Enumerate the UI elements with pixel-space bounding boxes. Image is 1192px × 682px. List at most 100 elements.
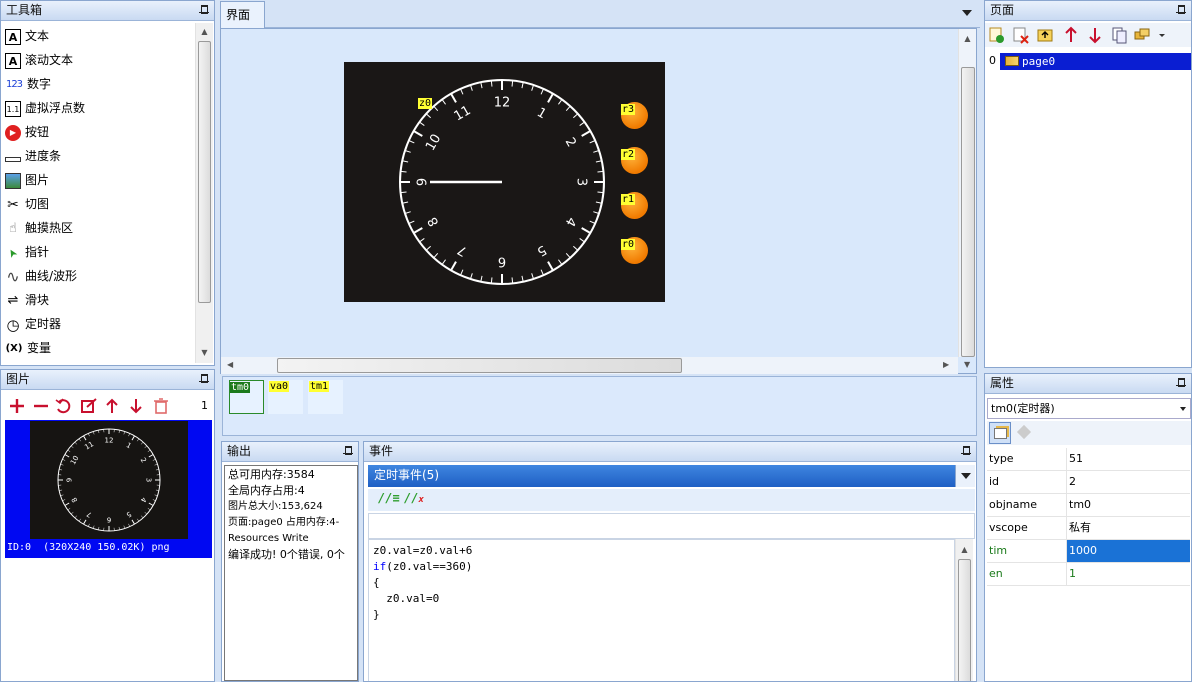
toolbox-item-wave[interactable]: ∿ 曲线/波形 xyxy=(5,264,77,288)
clock-tick xyxy=(154,494,158,496)
toolbox-item-slider[interactable]: ⇌ 滑块 xyxy=(5,288,49,312)
import-page-icon[interactable] xyxy=(1037,29,1053,42)
object-selector[interactable]: tm0(定时器) xyxy=(987,398,1191,419)
property-value[interactable]: 私有 xyxy=(1069,517,1091,539)
events-icon[interactable] xyxy=(1016,424,1032,440)
design-vscrollbar[interactable]: ▲ xyxy=(958,29,976,357)
replace-icon[interactable] xyxy=(55,398,71,414)
toolbox-item-hand[interactable]: ☝ 触摸热区 xyxy=(5,216,73,240)
output-line: 页面:page0 占用内存:4- xyxy=(228,517,340,528)
clock-tick xyxy=(558,259,563,265)
code-line: } xyxy=(373,607,380,623)
up-arrow-icon[interactable] xyxy=(106,398,118,413)
scroll-down-icon[interactable]: ▼ xyxy=(964,360,970,369)
pin-icon[interactable] xyxy=(199,4,209,16)
tag-z0[interactable]: z0 xyxy=(418,98,433,109)
design-hscroll-thumb[interactable] xyxy=(277,358,682,373)
copy-page-icon[interactable] xyxy=(1112,27,1127,44)
move-down-icon[interactable] xyxy=(1089,28,1101,44)
thumbnail-clock-face: 12 12 3 45 6 78 9 1011 xyxy=(57,428,161,532)
scroll-up-icon[interactable]: ▲ xyxy=(956,545,973,554)
pages-panel: 页面 0 page0 xyxy=(984,0,1192,368)
scroll-right-icon[interactable]: ▶ xyxy=(943,360,949,369)
add-icon[interactable] xyxy=(10,399,24,413)
property-value[interactable]: tm0 xyxy=(1069,494,1091,516)
property-value[interactable]: 1 xyxy=(1069,563,1076,585)
scroll-up-icon[interactable]: ▲ xyxy=(196,27,213,36)
toolbox-item-text-a[interactable]: A 文本 xyxy=(5,24,49,48)
toolbox-item-button[interactable]: ▶ 按钮 xyxy=(5,120,49,144)
event-dropdown-arrow[interactable] xyxy=(955,465,975,487)
pin-icon[interactable] xyxy=(961,445,971,457)
pointer-icon: ➤ xyxy=(4,245,21,260)
move-up-icon[interactable] xyxy=(1065,26,1077,42)
property-row-vscope[interactable]: vscope 私有 xyxy=(987,517,1190,540)
scroll-left-icon[interactable]: ◀ xyxy=(227,360,233,369)
comment-icon[interactable]: //≡ xyxy=(378,491,400,505)
toolbox-item-float[interactable]: 1.1 虚拟浮点数 xyxy=(5,96,85,120)
code-editor[interactable]: z0.val=z0.val+6 if(z0.val==360){ z0.val=0… xyxy=(368,539,955,681)
page-item[interactable]: page0 xyxy=(1000,53,1191,70)
pin-icon[interactable] xyxy=(199,373,209,385)
toolbox-item-number[interactable]: 123 数字 xyxy=(5,72,51,96)
toolbox-item-picture[interactable]: 图片 xyxy=(5,168,49,192)
variable-icon: (X) xyxy=(5,342,23,354)
scroll-up-icon[interactable]: ▲ xyxy=(959,34,976,43)
toolbox-item-label: 图片 xyxy=(25,173,50,187)
tag-r2[interactable]: r2 xyxy=(621,149,636,160)
property-value[interactable]: 51 xyxy=(1069,448,1083,470)
pin-icon[interactable] xyxy=(343,445,353,457)
tab-dropdown-icon[interactable] xyxy=(962,10,972,16)
property-value[interactable]: 1000 xyxy=(1069,540,1097,562)
clock-number: 11 xyxy=(452,103,474,124)
object-tm1[interactable]: tm1 xyxy=(308,380,343,414)
clock-tick xyxy=(128,433,130,437)
property-row-objname[interactable]: objname tm0 xyxy=(987,494,1190,517)
delete-icon[interactable] xyxy=(154,398,168,414)
toolbox-item-variable[interactable]: (X) 变量 xyxy=(5,336,51,360)
tag-r1[interactable]: r1 xyxy=(621,194,636,205)
picture-item[interactable]: 12 1 2 3 4 5 6 7 8 9 10 11 ID:0 (320X240 150.02K) p… xyxy=(5,420,212,558)
scroll-down-icon[interactable]: ▼ xyxy=(196,348,213,357)
tag-r0[interactable]: r0 xyxy=(621,239,636,250)
clock-tick xyxy=(402,160,409,163)
toolbox-item-clock[interactable]: ◷ 定时器 xyxy=(5,312,61,336)
down-arrow-icon[interactable] xyxy=(130,399,142,414)
toolbox-item-progress[interactable]: 进度条 xyxy=(5,144,61,168)
uncomment-icon[interactable]: //x xyxy=(404,491,424,505)
clock-number: 3 xyxy=(144,478,152,482)
delete-page-icon[interactable] xyxy=(1013,27,1029,44)
page-options-icon[interactable] xyxy=(1134,28,1165,40)
pin-icon[interactable] xyxy=(1176,377,1186,389)
toolbox-item-scissors[interactable]: ✂ 切图 xyxy=(5,192,49,216)
object-va0[interactable]: va0 xyxy=(268,380,303,414)
clock-tick xyxy=(450,261,457,271)
clock-tick xyxy=(480,275,483,282)
tab-interface[interactable]: 界面 xyxy=(220,1,265,28)
property-row-en[interactable]: en 1 xyxy=(987,563,1190,586)
toolbox-scrollbar[interactable]: ▲ ▼ xyxy=(195,23,213,363)
tag-r3[interactable]: r3 xyxy=(621,104,636,115)
toolbox-scroll-thumb[interactable] xyxy=(198,41,211,303)
edit-icon[interactable] xyxy=(81,398,97,413)
toolbox-item-scroll-text[interactable]: A 滚动文本 xyxy=(5,48,73,72)
property-value[interactable]: 2 xyxy=(1069,471,1076,493)
property-row-type[interactable]: type 51 xyxy=(987,448,1190,471)
property-row-tim[interactable]: tim 1000 xyxy=(987,540,1190,563)
object-tm0[interactable]: tm0 xyxy=(229,380,264,414)
design-screen[interactable]: 12 1 2 3 4 5 6 7 8 9 10 11 z0 r3 r2 r1 r0 xyxy=(344,62,665,302)
pin-icon[interactable] xyxy=(1176,4,1186,16)
design-hscrollbar[interactable]: ◀ ▶ xyxy=(221,357,958,374)
design-vscroll-thumb[interactable] xyxy=(961,67,975,357)
add-page-icon[interactable] xyxy=(989,27,1004,43)
clock-tick xyxy=(144,511,148,515)
clock-number: 6 xyxy=(106,515,111,523)
code-scroll-thumb[interactable] xyxy=(958,559,971,681)
property-key: tim xyxy=(989,544,1008,557)
code-scrollbar[interactable]: ▲ xyxy=(955,539,973,681)
chevron-down-icon[interactable] xyxy=(1180,407,1186,411)
property-row-id[interactable]: id 2 xyxy=(987,471,1190,494)
event-dropdown[interactable]: 定时事件(5) xyxy=(368,465,975,487)
toolbox-item-pointer[interactable]: ➤ 指针 xyxy=(5,240,49,264)
categorized-icon[interactable] xyxy=(989,422,1011,444)
